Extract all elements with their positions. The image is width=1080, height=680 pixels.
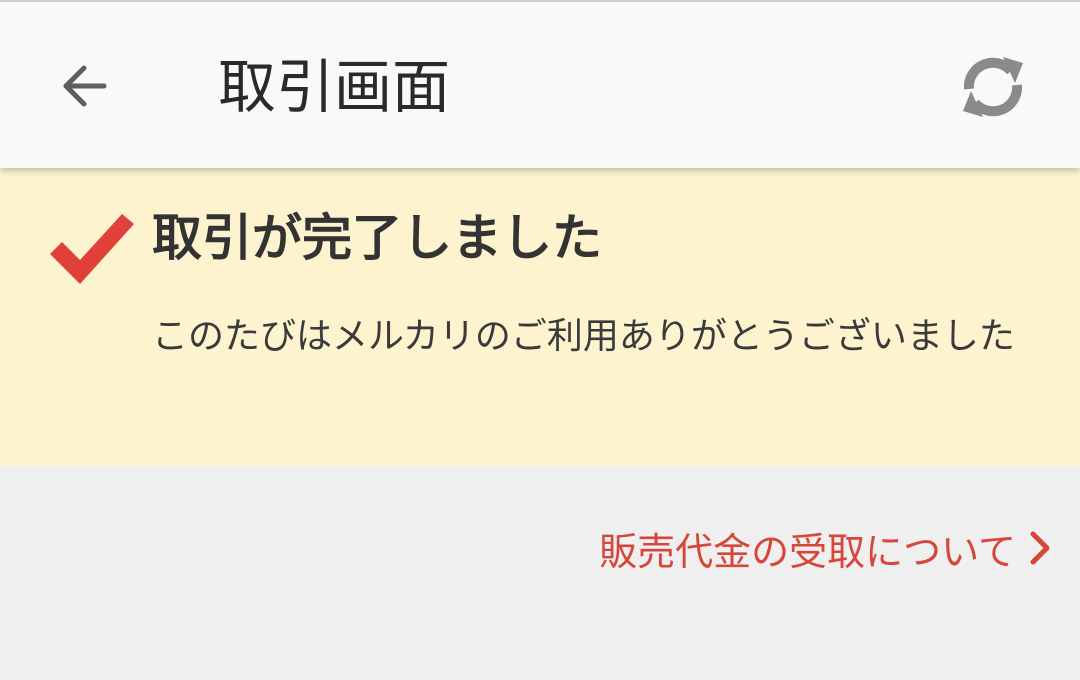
chevron-right-icon (1030, 531, 1050, 565)
page-title: 取引画面 (218, 53, 451, 121)
arrow-left-icon (63, 65, 107, 107)
complete-title: 取引が完了しました (152, 209, 602, 267)
transaction-complete-banner: 取引が完了しました このたびはメルカリのご利用ありがとうございました (0, 168, 1080, 466)
back-button[interactable] (48, 46, 120, 126)
complete-message: このたびはメルカリのご利用ありがとうございました (152, 316, 1015, 357)
refresh-icon (963, 57, 1023, 117)
check-icon (50, 214, 134, 284)
payout-info-link[interactable]: 販売代金の受取について (599, 516, 1052, 580)
payout-link-label: 販売代金の受取について (599, 529, 1016, 574)
refresh-button[interactable] (950, 44, 1036, 130)
app-bar: 取引画面 (0, 0, 1080, 168)
